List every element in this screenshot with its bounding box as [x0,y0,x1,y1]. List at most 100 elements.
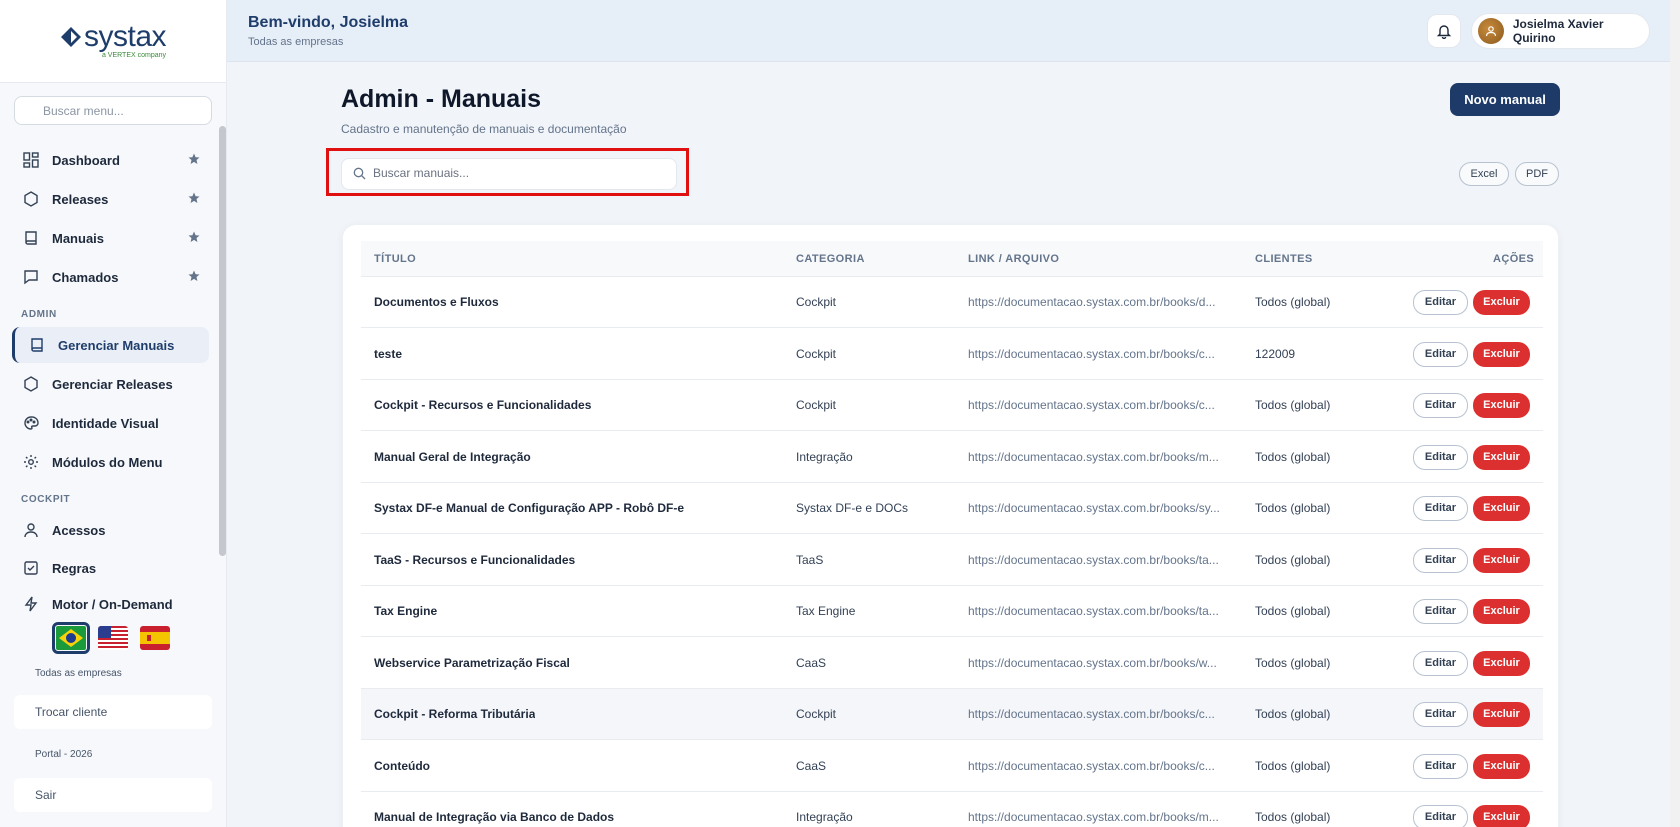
edit-button[interactable]: Editar [1413,547,1468,573]
sidebar-item-acessos[interactable]: Acessos [12,512,209,548]
new-manual-button[interactable]: Novo manual [1450,83,1560,116]
brand-name: systax [83,20,167,53]
delete-button[interactable]: Excluir [1473,496,1530,521]
manual-link[interactable]: https://documentacao.systax.com.br/books… [968,553,1226,567]
edit-button[interactable]: Editar [1413,650,1468,676]
table-row[interactable]: Tax Engine Tax Engine https://documentacao… [361,586,1543,637]
edit-button[interactable]: Editar [1413,496,1468,521]
manual-link[interactable]: https://documentacao.systax.com.br/books… [968,501,1226,515]
systax-logo[interactable]: systax a VERTEX company [60,20,167,59]
usa-flag-icon[interactable] [98,626,128,650]
manual-clients: Todos (global) [1255,449,1331,464]
delete-button[interactable]: Excluir [1473,393,1530,418]
edit-button[interactable]: Editar [1413,290,1468,315]
delete-button[interactable]: Excluir [1473,547,1530,573]
sidebar-scrollbar[interactable] [219,126,226,556]
delete-button[interactable]: Excluir [1473,341,1530,367]
logout-button[interactable]: Sair [14,778,212,812]
sidebar-item-label: Releases [52,191,109,207]
sidebar-item-label: Motor / On-Demand [52,596,173,612]
edit-button[interactable]: Editar [1413,599,1468,624]
table-row[interactable]: Systax DF-e Manual de Configuração APP -… [361,483,1543,534]
sidebar-item-label: Chamados [52,269,119,285]
brazil-flag-icon[interactable] [52,622,90,654]
sidebar-item-identidade-visual[interactable]: Identidade Visual [12,405,209,441]
table-row[interactable]: Documentos e Fluxos Cockpit https://docume… [361,277,1543,328]
table-row[interactable]: teste Cockpit https://documentacao.systax.… [361,329,1543,380]
edit-button[interactable]: Editar [1413,444,1468,470]
star-icon[interactable] [187,230,201,244]
sidebar: systax a VERTEX company Buscar menu... D… [0,0,227,827]
top-header: Bem-vindo, Josielma Todas as empresas Jo… [227,0,1680,62]
table-row[interactable]: TaaS - Recursos e Funcionalidades TaaS htt… [361,535,1543,586]
sidebar-item-label: Gerenciar Manuais [58,337,175,353]
portal-version-label: Portal - 2026 [35,749,93,760]
delete-button[interactable]: Excluir [1473,805,1530,827]
table-row[interactable]: Webservice Parametrização Fiscal CaaS http… [361,638,1543,689]
spain-flag-icon[interactable] [140,626,170,650]
switch-client-button[interactable]: Trocar cliente [14,695,212,729]
hexagon-icon [22,375,40,393]
sidebar-item-label: Dashboard [52,152,120,168]
sidebar-item-gerenciar-manuais[interactable]: Gerenciar Manuais [12,327,209,363]
sidebar-item-dashboard[interactable]: Dashboard [12,142,209,178]
export-excel-button[interactable]: Excel [1459,162,1509,186]
page-scrollbar[interactable] [1670,0,1680,827]
edit-button[interactable]: Editar [1413,753,1468,779]
chat-icon [22,268,40,286]
checkbox-icon [22,559,40,577]
export-pdf-button[interactable]: PDF [1515,162,1559,186]
manual-link[interactable]: https://documentacao.systax.com.br/books… [968,707,1226,721]
sidebar-item-gerenciar-releases[interactable]: Gerenciar Releases [12,366,209,402]
star-icon[interactable] [187,152,201,166]
sidebar-item-label: Módulos do Menu [52,454,163,470]
edit-button[interactable]: Editar [1413,393,1468,418]
star-icon[interactable] [187,191,201,205]
manual-clients: Todos (global) [1255,501,1331,515]
manual-title: Conteúdo [374,758,430,773]
delete-button[interactable]: Excluir [1473,753,1530,779]
sidebar-item-label: Acessos [52,522,106,538]
manual-category: CaaS [796,655,827,670]
page-title: Admin - Manuais [341,85,542,113]
sidebar-item-label: Manuais [52,230,105,246]
delete-button[interactable]: Excluir [1473,290,1530,315]
sidebar-item-modulos-menu[interactable]: Módulos do Menu [12,444,209,480]
manual-title: Manual Geral de Integração [374,449,531,464]
sidebar-item-releases[interactable]: Releases [12,181,209,217]
sidebar-item-chamados[interactable]: Chamados [12,259,209,295]
sidebar-item-regras[interactable]: Regras [12,550,209,586]
manual-link[interactable]: https://documentacao.systax.com.br/books… [968,450,1226,464]
delete-button[interactable]: Excluir [1473,702,1530,727]
manual-clients: Todos (global) [1255,552,1331,567]
manual-link[interactable]: https://documentacao.systax.com.br/books… [968,347,1226,361]
star-icon[interactable] [187,269,201,283]
sidebar-item-label: Gerenciar Releases [52,376,173,392]
manual-category: Cockpit [796,398,837,412]
sidebar-item-manuais[interactable]: Manuais [12,220,209,256]
manual-clients: Todos (global) [1255,295,1331,309]
delete-button[interactable]: Excluir [1473,444,1530,470]
user-icon [22,521,40,539]
edit-button[interactable]: Editar [1413,702,1468,727]
table-row[interactable]: Manual de Integração via Banco de Dados I… [361,792,1543,827]
table-row[interactable]: Cockpit - Recursos e Funcionalidades Cock… [361,380,1543,431]
menu-search-input[interactable]: Buscar menu... [14,96,212,125]
manual-link[interactable]: https://documentacao.systax.com.br/books… [968,295,1226,309]
edit-button[interactable]: Editar [1413,805,1468,827]
manual-link[interactable]: https://documentacao.systax.com.br/books… [968,604,1226,618]
table-row[interactable]: Cockpit - Reforma Tributária Cockpit https… [361,689,1543,740]
delete-button[interactable]: Excluir [1473,650,1530,676]
user-menu[interactable]: Josielma Xavier Quirino [1471,13,1650,49]
notifications-button[interactable] [1427,14,1461,48]
delete-button[interactable]: Excluir [1473,599,1530,624]
table-row[interactable]: Conteúdo CaaS https://documentacao.systax.… [361,741,1543,792]
manual-link[interactable]: https://documentacao.systax.com.br/books… [968,810,1226,824]
manual-category: Cockpit [796,346,837,361]
manual-link[interactable]: https://documentacao.systax.com.br/books… [968,398,1226,412]
manual-link[interactable]: https://documentacao.systax.com.br/books… [968,656,1226,670]
sidebar-item-motor-on-demand[interactable]: Motor / On-Demand [12,586,209,622]
table-row[interactable]: Manual Geral de Integração Integração http… [361,432,1543,483]
manual-link[interactable]: https://documentacao.systax.com.br/books… [968,759,1226,773]
edit-button[interactable]: Editar [1413,341,1468,367]
